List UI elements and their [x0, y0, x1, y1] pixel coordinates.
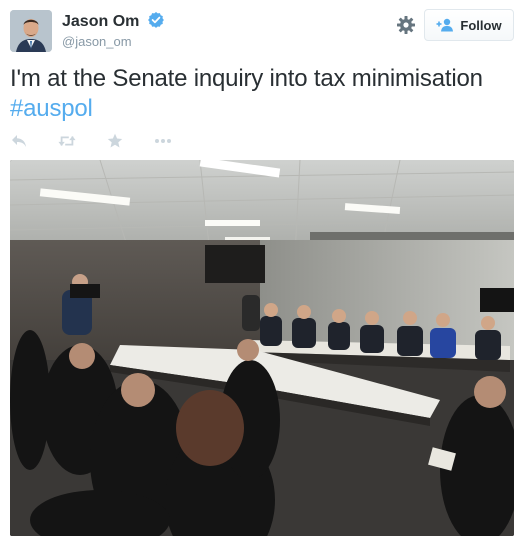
senate-hearing-photo [10, 160, 514, 536]
user-handle[interactable]: @jason_om [62, 34, 132, 49]
more-dots-icon[interactable] [154, 132, 172, 150]
tweet-actions [10, 132, 202, 150]
avatar[interactable] [10, 10, 52, 52]
reply-icon[interactable] [10, 132, 28, 150]
gear-icon[interactable] [396, 15, 416, 35]
retweet-icon[interactable] [58, 132, 76, 150]
follow-button-label: Follow [460, 17, 502, 33]
add-user-icon [436, 18, 454, 32]
tweet-text: I'm at the Senate inquiry into tax minim… [10, 64, 515, 124]
tweet-body: I'm at the Senate inquiry into tax minim… [10, 65, 483, 92]
verified-badge-icon [147, 12, 164, 28]
favorite-star-icon[interactable] [106, 132, 124, 150]
tweet-photo[interactable] [10, 160, 514, 536]
hashtag-link[interactable]: #auspol [10, 95, 93, 122]
user-name-text: Jason Om [62, 13, 140, 30]
follow-button[interactable]: Follow [424, 9, 514, 41]
avatar-image [10, 10, 52, 52]
user-display-name[interactable]: Jason Om [62, 12, 164, 31]
